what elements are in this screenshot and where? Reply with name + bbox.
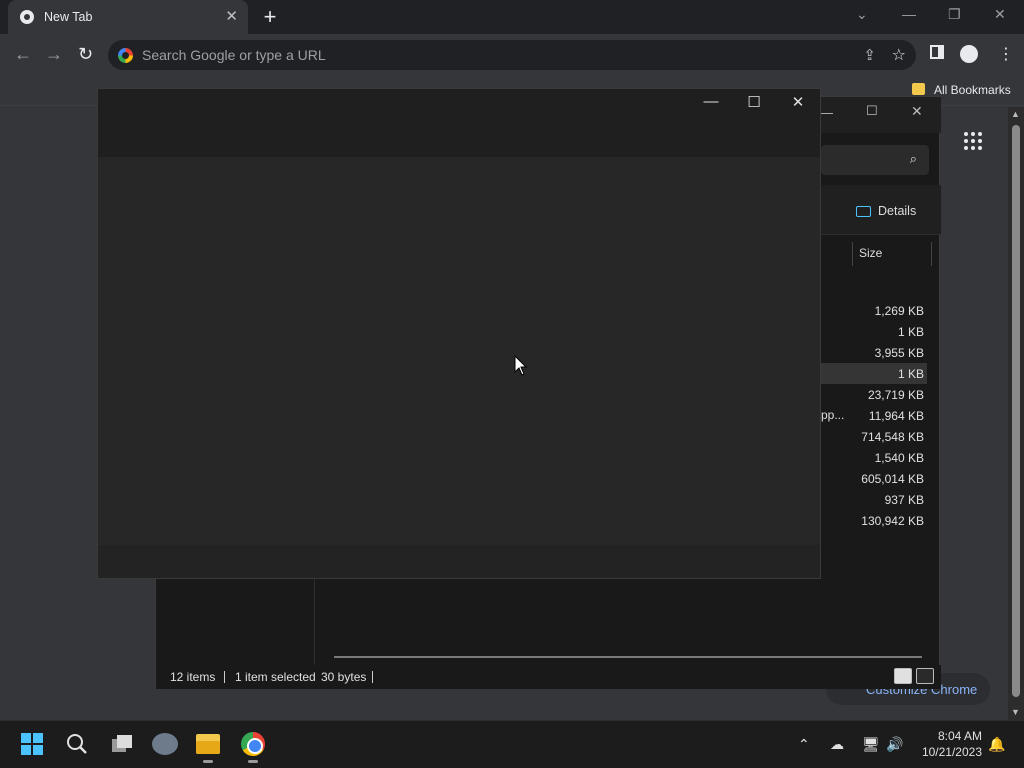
table-row[interactable]: 1 KB <box>821 321 927 342</box>
restore-icon[interactable]: ❐ <box>948 6 961 23</box>
tab-new-tab[interactable]: New Tab ✕ <box>8 0 248 34</box>
start-button[interactable] <box>21 733 43 755</box>
bookmark-star-icon[interactable]: ☆ <box>892 45 906 65</box>
chrome-favicon-icon <box>20 10 34 24</box>
clock[interactable]: 8:04 AM 10/21/2023 <box>912 728 982 760</box>
scroll-thumb[interactable] <box>1012 125 1020 697</box>
explorer-search-box[interactable]: ⌕ <box>821 145 929 175</box>
menu-icon[interactable]: ⋮ <box>998 44 1014 64</box>
table-row[interactable]: 1,269 KB <box>821 300 927 321</box>
close-tab-icon[interactable]: ✕ <box>225 7 238 25</box>
scroll-down-icon[interactable]: ▼ <box>1011 707 1020 717</box>
google-icon <box>118 48 133 63</box>
close-icon[interactable]: ✕ <box>783 93 813 111</box>
window-titlebar[interactable]: — ☐ ✕ <box>98 89 820 157</box>
volume-icon[interactable]: 🔊 <box>886 736 903 753</box>
new-tab-button[interactable]: + <box>260 4 280 30</box>
search-icon[interactable] <box>66 733 88 755</box>
explorer-maximize-icon[interactable]: ☐ <box>866 103 878 119</box>
explorer-minimize-icon[interactable]: — <box>820 105 833 120</box>
omnibox-placeholder: Search Google or type a URL <box>142 47 326 63</box>
omnibox[interactable]: Search Google or type a URL ⇪ ☆ <box>108 40 916 70</box>
details-view-icon[interactable] <box>894 668 912 684</box>
clock-time: 8:04 AM <box>937 729 982 743</box>
window-footer <box>98 545 820 578</box>
minimize-icon[interactable]: — <box>902 6 916 22</box>
table-row[interactable]: 130,942 KB <box>821 510 927 531</box>
column-header-size[interactable]: Size <box>852 242 932 266</box>
tab-strip: New Tab ✕ + ⌄ — ❐ ✕ <box>0 0 1024 34</box>
minimize-icon[interactable]: — <box>696 93 726 110</box>
network-icon[interactable]: 🖥 <box>862 736 880 753</box>
folder-icon <box>912 83 925 95</box>
status-selected: 1 item selected <box>235 670 316 684</box>
tab-title: New Tab <box>44 10 93 24</box>
clock-date: 10/21/2023 <box>921 745 982 759</box>
reload-icon[interactable]: ↻ <box>78 44 93 65</box>
all-bookmarks-button[interactable]: All Bookmarks <box>934 83 1011 97</box>
forward-icon[interactable]: → <box>45 44 63 65</box>
details-button[interactable]: Details <box>878 204 916 218</box>
file-explorer-taskbar-icon[interactable] <box>196 734 220 754</box>
show-hidden-icons-icon[interactable]: ⌃ <box>798 736 810 753</box>
details-pane-icon <box>856 206 871 217</box>
profile-icon[interactable] <box>960 45 978 63</box>
table-row[interactable]: 605,014 KB <box>821 468 927 489</box>
page-scrollbar[interactable]: ▲ ▼ <box>1008 107 1024 720</box>
table-row[interactable]: 714,548 KB <box>821 426 927 447</box>
large-icons-view-icon[interactable] <box>916 668 934 684</box>
onedrive-icon[interactable]: ☁ <box>830 736 844 753</box>
close-window-icon[interactable]: ✕ <box>994 6 1006 23</box>
table-row[interactable]: 23,719 KB <box>821 384 927 405</box>
running-indicator <box>248 760 258 763</box>
size-header-label: Size <box>859 246 883 260</box>
apps-grid-icon[interactable] <box>964 132 982 150</box>
nav-pane-divider[interactable] <box>314 577 315 667</box>
task-view-icon[interactable] <box>110 734 134 754</box>
running-indicator <box>203 760 213 763</box>
tab-search-icon[interactable]: ⌄ <box>856 6 868 23</box>
table-row[interactable]: 1,540 KB <box>821 447 927 468</box>
explorer-close-icon[interactable]: ✕ <box>911 103 923 120</box>
status-separator <box>224 671 225 683</box>
table-row[interactable]: 937 KB <box>821 489 927 510</box>
widgets-weather-icon[interactable] <box>152 733 178 755</box>
chrome-taskbar-icon[interactable] <box>241 732 265 756</box>
side-panel-icon[interactable] <box>930 45 944 59</box>
status-item-count: 12 items <box>170 670 216 684</box>
back-icon[interactable]: ← <box>14 44 32 65</box>
scroll-up-icon[interactable]: ▲ <box>1011 109 1020 119</box>
status-separator <box>372 671 373 683</box>
status-bytes: 30 bytes <box>321 670 367 684</box>
truncated-file-type: pp... <box>821 408 845 422</box>
blank-window: — ☐ ✕ <box>97 88 821 579</box>
search-icon: ⌕ <box>909 151 917 166</box>
status-bar: 12 items 1 item selected 30 bytes <box>156 665 941 689</box>
windows-logo-icon <box>21 733 31 743</box>
table-row[interactable]: 1 KB <box>821 363 927 384</box>
table-row[interactable]: 3,955 KB <box>821 342 927 363</box>
notification-bell-icon[interactable]: 🔔 <box>988 736 1005 753</box>
share-icon[interactable]: ⇪ <box>863 46 876 64</box>
maximize-icon[interactable]: ☐ <box>739 93 769 111</box>
mouse-cursor-icon <box>514 355 528 376</box>
horizontal-scrollbar[interactable] <box>334 656 922 658</box>
